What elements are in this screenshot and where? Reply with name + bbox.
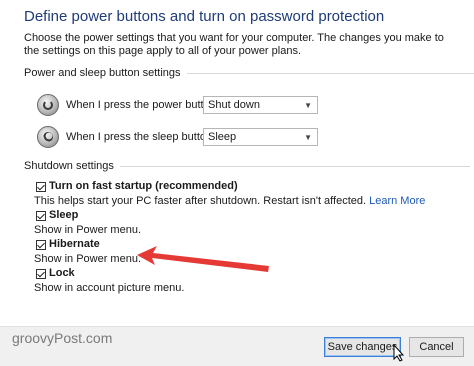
sleep-button-label: When I press the sleep button: [66, 131, 216, 143]
chevron-down-icon: ▼ [304, 101, 312, 110]
hibernate-option-description: Show in Power menu. [34, 253, 141, 265]
cancel-button[interactable]: Cancel [409, 337, 464, 357]
lock-option-label[interactable]: Lock [49, 267, 75, 279]
lock-checkbox[interactable] [36, 269, 46, 279]
power-button-label: When I press the power button: [66, 99, 219, 111]
power-sleep-heading-text: Power and sleep button settings [24, 67, 181, 79]
fast-startup-desc-text: This helps start your PC faster after sh… [34, 195, 367, 207]
shutdown-section-heading: Shutdown settings [24, 160, 470, 172]
section-divider [186, 72, 474, 74]
power-button-icon [37, 94, 59, 116]
section-divider [119, 165, 470, 167]
hibernate-checkbox[interactable] [36, 240, 46, 250]
hibernate-option-label[interactable]: Hibernate [49, 238, 100, 250]
watermark-text: groovyPost.com [12, 330, 113, 346]
annotation-arrow-icon [137, 246, 269, 272]
learn-more-link[interactable]: Learn More [369, 195, 425, 207]
fast-startup-checkbox[interactable] [36, 182, 46, 192]
sleep-button-select-value: Sleep [208, 131, 237, 143]
sleep-option-description: Show in Power menu. [34, 224, 141, 236]
mouse-cursor-icon [393, 344, 405, 362]
sleep-button-select[interactable]: Sleep ▼ [203, 128, 318, 146]
lock-option-description: Show in account picture menu. [34, 282, 185, 294]
save-changes-button[interactable]: Save changes [324, 337, 401, 357]
shutdown-heading-text: Shutdown settings [24, 160, 114, 172]
chevron-down-icon: ▼ [304, 133, 312, 142]
fast-startup-label[interactable]: Turn on fast startup (recommended) [49, 180, 238, 192]
sleep-option-label[interactable]: Sleep [49, 209, 78, 221]
fast-startup-description: This helps start your PC faster after sh… [34, 195, 425, 207]
sleep-checkbox[interactable] [36, 211, 46, 221]
power-sleep-section-heading: Power and sleep button settings [24, 67, 474, 79]
power-button-select-value: Shut down [208, 99, 260, 111]
page-description: Choose the power settings that you want … [24, 32, 444, 57]
power-button-select[interactable]: Shut down ▼ [203, 96, 318, 114]
sleep-button-icon [37, 126, 59, 148]
page-title: Define power buttons and turn on passwor… [24, 8, 385, 25]
